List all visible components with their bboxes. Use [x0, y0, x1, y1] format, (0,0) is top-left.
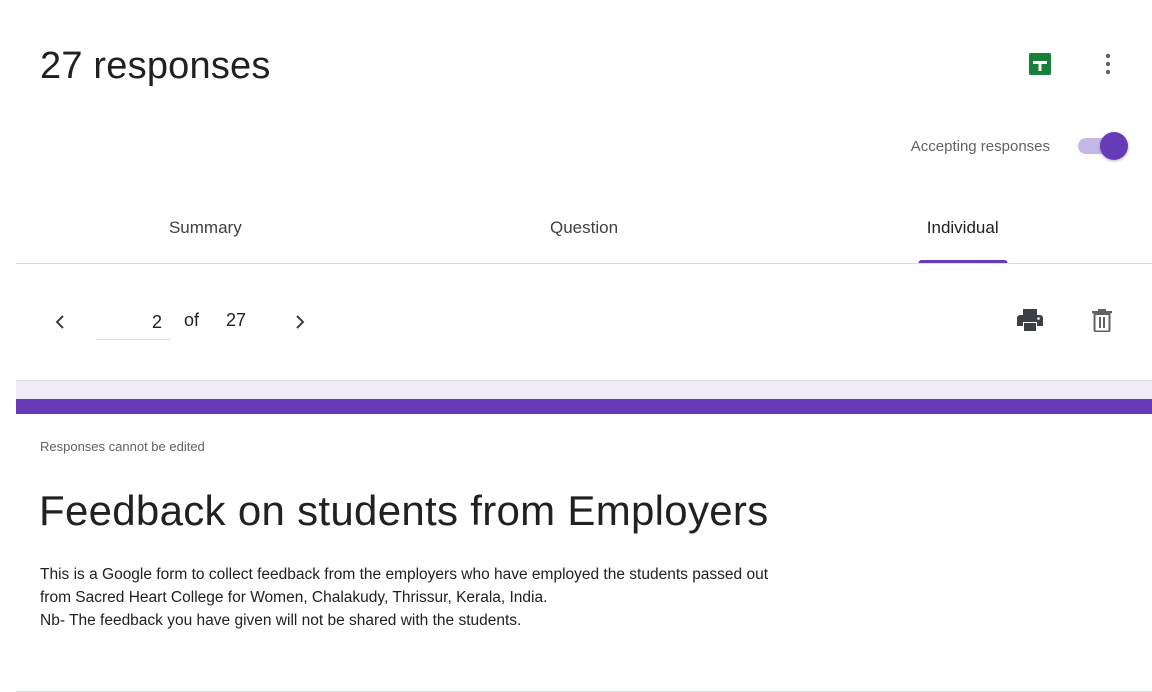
accepting-responses-control: Accepting responses: [911, 130, 1130, 162]
tab-question-label: Question: [549, 217, 619, 237]
form-header-card: Responses cannot be edited Feedback on s…: [16, 399, 1152, 692]
link-to-sheets-button[interactable]: [1020, 44, 1060, 84]
chevron-right-icon: [296, 315, 305, 329]
response-number-input[interactable]: [96, 306, 170, 340]
previous-response-button[interactable]: [42, 304, 78, 340]
response-view-tabs: Summary Question Individual: [16, 196, 1152, 264]
form-description-line: This is a Google form to collect feedbac…: [40, 566, 769, 583]
print-icon: [1017, 309, 1043, 331]
delete-response-button[interactable]: [1082, 300, 1122, 340]
page-background-strip: [16, 380, 1152, 400]
form-title: Feedback on students from Employers: [39, 487, 769, 534]
pager-total-count: 27: [226, 310, 247, 330]
accepting-responses-toggle[interactable]: [1074, 130, 1130, 162]
tab-individual[interactable]: Individual: [773, 196, 1152, 263]
tab-individual-label: Individual: [926, 217, 999, 237]
toggle-thumb: [1100, 132, 1128, 160]
print-response-button[interactable]: [1010, 300, 1050, 340]
tab-summary[interactable]: Summary: [16, 196, 395, 263]
response-pager: of 27: [16, 264, 1152, 379]
responses-header: 27 responses Accepting responses Summary…: [16, 0, 1152, 380]
responses-page: 27 responses Accepting responses Summary…: [0, 0, 1152, 692]
accepting-responses-label: Accepting responses: [910, 137, 1050, 155]
tab-summary-label: Summary: [168, 217, 242, 237]
chevron-left-icon: [55, 315, 64, 329]
form-description-line: Nb- The feedback you have given will not…: [40, 612, 522, 629]
next-response-button[interactable]: [282, 304, 318, 340]
trash-icon: [1092, 309, 1112, 332]
more-options-button[interactable]: [1088, 44, 1128, 84]
form-description-line: from Sacred Heart College for Women, Cha…: [40, 589, 548, 606]
tab-question[interactable]: Question: [395, 196, 774, 263]
form-accent-bar: [16, 399, 1152, 414]
google-sheets-icon: [1029, 53, 1051, 75]
form-description: This is a Google form to collect feedbac…: [40, 563, 1120, 632]
responses-count-title: 27 responses: [40, 45, 271, 87]
more-vert-icon: [1105, 53, 1111, 75]
responses-not-editable-note: Responses cannot be edited: [40, 439, 205, 454]
pager-of-label: of: [184, 310, 200, 330]
active-tab-indicator: [918, 260, 1008, 263]
